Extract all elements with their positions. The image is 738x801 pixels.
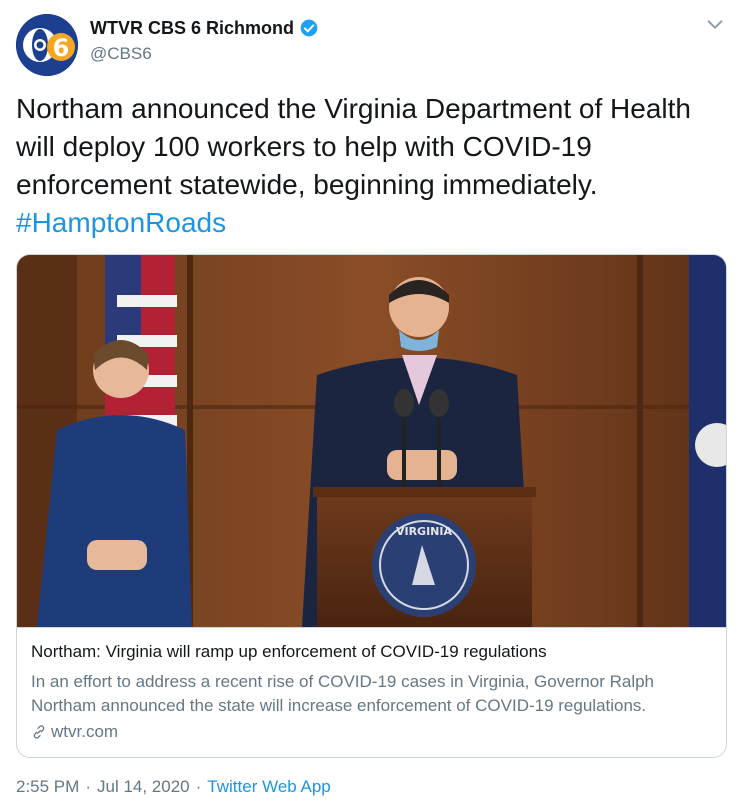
press-conference-photo: VIRGINIA — [17, 255, 726, 627]
chevron-down-icon[interactable] — [704, 14, 726, 36]
display-name[interactable]: WTVR CBS 6 Richmond — [90, 18, 294, 39]
card-title[interactable]: Northam: Virginia will ramp up enforceme… — [31, 640, 712, 664]
hashtag-link[interactable]: #HamptonRoads — [16, 207, 226, 238]
svg-text:6: 6 — [53, 34, 70, 62]
handle[interactable]: @CBS6 — [90, 44, 319, 64]
account-info: WTVR CBS 6 Richmond @CBS6 — [90, 16, 319, 64]
tweet-header: 6 WTVR CBS 6 Richmond @CBS6 — [16, 8, 728, 78]
card-domain: wtvr.com — [31, 720, 712, 744]
avatar[interactable]: 6 — [16, 14, 78, 76]
tweet-text: Northam announced the Virginia Departmen… — [16, 90, 728, 242]
tweet-body: Northam announced the Virginia Departmen… — [16, 93, 691, 200]
tweet-date[interactable]: Jul 14, 2020 — [97, 777, 190, 797]
card-description: In an effort to address a recent rise of… — [31, 672, 655, 715]
verified-badge-icon — [300, 19, 318, 37]
seal-text: VIRGINIA — [396, 525, 452, 538]
card-domain-text: wtvr.com — [51, 722, 119, 741]
tweet-time[interactable]: 2:55 PM — [16, 777, 79, 797]
separator: · — [195, 777, 202, 796]
card-body: Northam: Virginia will ramp up enforceme… — [17, 627, 726, 757]
link-card[interactable]: VIRGINIA Northam: Virginia will ramp up … — [16, 254, 727, 758]
tweet-source-link[interactable]: Twitter Web App — [207, 777, 330, 797]
separator: · — [85, 777, 91, 796]
tweet-meta: 2:55 PM · Jul 14, 2020 · Twitter Web App — [16, 777, 331, 797]
cbs6-logo-icon: 6 — [16, 14, 78, 76]
link-icon — [33, 725, 45, 739]
